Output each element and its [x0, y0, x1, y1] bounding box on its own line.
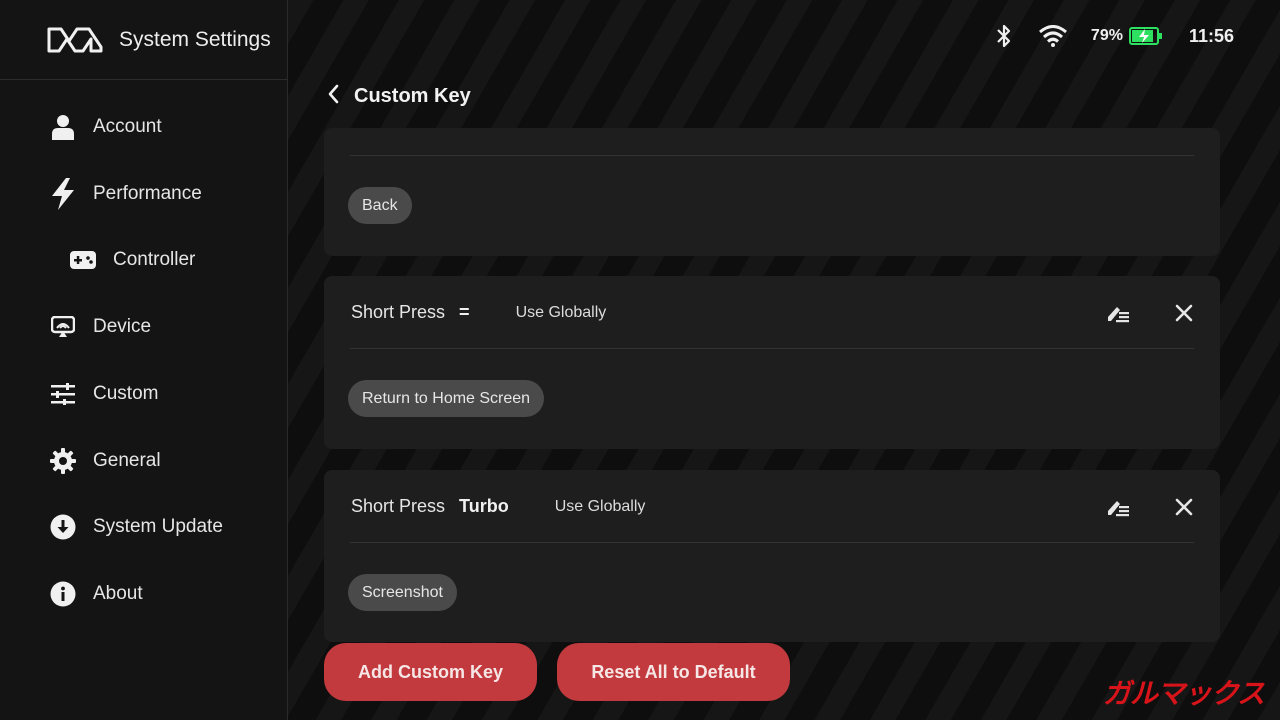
wifi-icon [1038, 25, 1067, 47]
sidebar-item-label: General [93, 450, 161, 471]
close-icon[interactable] [1169, 492, 1199, 522]
action-chip[interactable]: Back [348, 187, 412, 224]
page-title: Custom Key [354, 84, 471, 107]
battery-percent: 79% [1090, 27, 1123, 44]
sidebar-item-account[interactable]: Account [0, 97, 287, 157]
sidebar-item-label: Device [93, 316, 152, 337]
back-button[interactable]: Custom Key [326, 80, 471, 112]
sidebar-header: System Settings [0, 0, 287, 80]
custom-key-card: Back [324, 128, 1220, 256]
divider [350, 542, 1194, 543]
press-type-label: Short Press [351, 496, 446, 516]
reset-all-button[interactable]: Reset All to Default [557, 643, 790, 701]
action-chip[interactable]: Screenshot [348, 574, 457, 611]
edit-list-icon[interactable] [1103, 492, 1133, 522]
watermark: ガルマックス [1102, 678, 1265, 709]
sidebar-item-label: Controller [113, 249, 196, 270]
sidebar-item-device[interactable]: Device [0, 297, 287, 357]
sidebar-item-label: Account [93, 116, 162, 137]
sidebar-item-controller[interactable]: Controller [0, 230, 287, 290]
bluetooth-icon [995, 24, 1013, 48]
brand-logo-icon [47, 27, 103, 52]
divider [350, 155, 1194, 156]
sidebar-item-performance[interactable]: Performance [0, 164, 287, 224]
clock: 11:56 [1188, 25, 1234, 46]
sidebar-item-label: Custom [93, 383, 159, 404]
lightning-icon [50, 178, 76, 210]
custom-key-card: Short Press Turbo Use Globally Screensho… [324, 470, 1220, 642]
divider [350, 348, 1194, 349]
card-header-row: Short Press = Use Globally [351, 276, 1193, 349]
sidebar-item-label: Performance [93, 183, 202, 204]
status-bar: 79% 11:56 [995, 22, 1234, 50]
press-type-label: Short Press [351, 302, 446, 322]
sidebar-item-label: System Update [93, 516, 223, 537]
device-icon [50, 314, 76, 340]
card-actions [1103, 276, 1193, 349]
sidebar-item-about[interactable]: About [0, 564, 287, 624]
card-header-row: Short Press Turbo Use Globally [351, 470, 1193, 543]
download-icon [50, 514, 76, 540]
edit-list-icon[interactable] [1103, 298, 1133, 328]
action-chip[interactable]: Return to Home Screen [348, 380, 545, 417]
person-icon [50, 114, 76, 140]
add-custom-key-button[interactable]: Add Custom Key [324, 643, 537, 701]
info-icon [50, 581, 76, 607]
sidebar: System Settings Account Performance Cont… [0, 0, 288, 720]
custom-key-card: Short Press = Use Globally Return to Hom… [324, 276, 1220, 449]
close-icon[interactable] [1169, 298, 1199, 328]
key-label: = [459, 302, 470, 322]
key-label: Turbo [459, 496, 509, 516]
scope-label: Use Globally [515, 303, 607, 321]
chevron-left-icon [326, 83, 340, 110]
sidebar-item-custom[interactable]: Custom [0, 364, 287, 424]
sidebar-item-general[interactable]: General [0, 431, 287, 491]
gamepad-icon [70, 247, 96, 273]
app-title: System Settings [119, 27, 271, 51]
gear-icon [50, 448, 76, 474]
sidebar-item-system-update[interactable]: System Update [0, 497, 287, 557]
sliders-icon [50, 381, 76, 407]
battery-charging-icon [1128, 27, 1163, 45]
card-actions [1103, 470, 1193, 543]
scope-label: Use Globally [554, 497, 646, 515]
sidebar-item-label: About [93, 583, 143, 604]
